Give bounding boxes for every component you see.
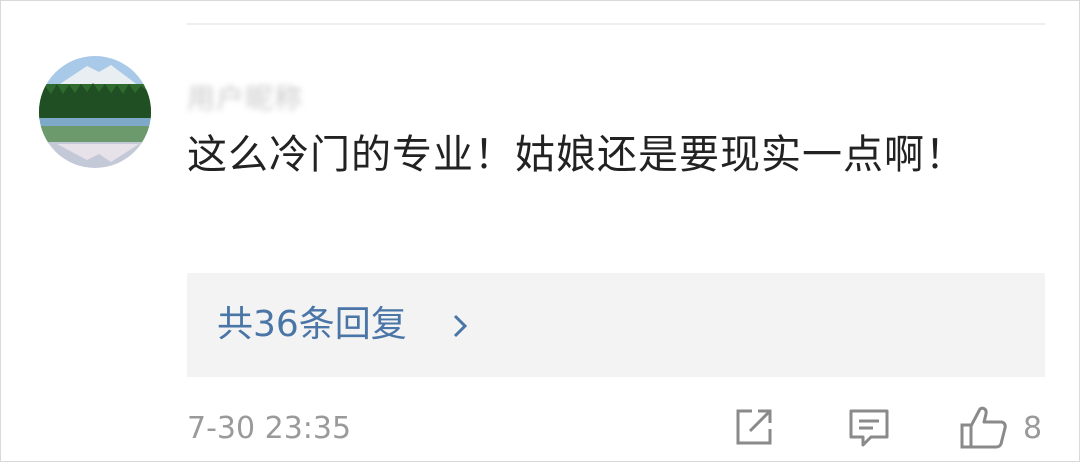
- comment-timestamp: 7-30 23:35: [187, 411, 352, 446]
- comment-icon: [849, 409, 889, 447]
- divider: [187, 23, 1045, 25]
- share-button[interactable]: [732, 405, 776, 453]
- avatar[interactable]: [39, 56, 151, 168]
- thumbs-up-icon: [960, 406, 1007, 449]
- username[interactable]: 用户昵称: [187, 77, 303, 117]
- avatar-landscape-image: [39, 56, 151, 168]
- reply-button[interactable]: [847, 405, 891, 453]
- like-count: 8: [1023, 411, 1043, 446]
- view-replies-button[interactable]: 共36条回复: [187, 273, 1045, 377]
- chevron-right-icon: [451, 313, 469, 343]
- comment-text: 这么冷门的专业！姑娘还是要现实一点啊！: [187, 132, 966, 178]
- replies-count-label: 共36条回复: [217, 304, 407, 345]
- share-icon: [736, 409, 772, 445]
- like-button[interactable]: [959, 405, 1009, 455]
- comment-card: 用户昵称 这么冷门的专业！姑娘还是要现实一点啊！ 共36条回复 7-30 23:…: [0, 0, 1080, 462]
